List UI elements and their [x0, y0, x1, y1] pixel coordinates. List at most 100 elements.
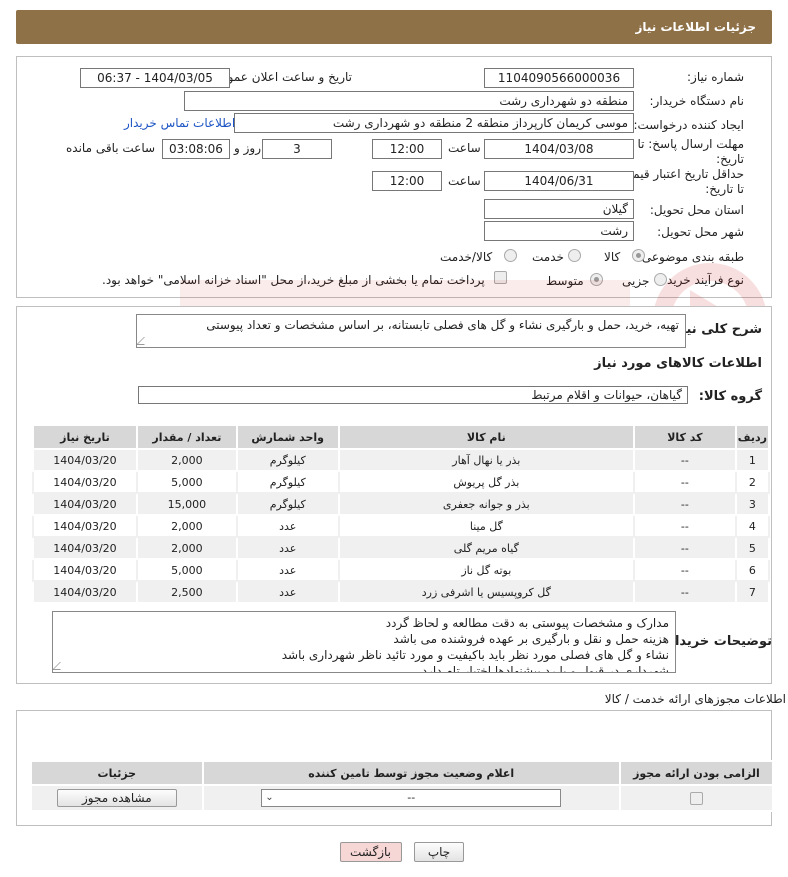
reply-date-field: 1404/03/08	[484, 139, 634, 159]
row-number: 4	[734, 514, 771, 538]
license-required-cell	[618, 784, 775, 812]
goods-date: 1404/03/20	[32, 492, 138, 516]
license-required-checkbox	[689, 792, 703, 805]
need-number-label: شماره نیاز:	[687, 70, 744, 84]
goods-table-header: ردیف کد کالا نام کالا واحد شمارش تعداد /…	[32, 424, 771, 450]
goods-code: --	[633, 558, 737, 582]
table-row: 3 -- بذر و جوانه جعفری کیلوگرم 15,000 1404/03…	[32, 492, 771, 516]
process-radio-medium[interactable]	[590, 273, 603, 286]
table-row: 6 -- بوته گل ناز عدد 5,000 1404/03/20	[32, 558, 771, 582]
col-row: ردیف	[734, 424, 771, 450]
goods-unit: کیلوگرم	[235, 448, 340, 472]
goods-unit: کیلوگرم	[235, 492, 340, 516]
price-validity-label-line1: حداقل تاریخ اعتبار قیمت:	[617, 167, 744, 181]
buyer-contact-link[interactable]: اطلاعات تماس خریدار	[124, 116, 235, 130]
col-license-status: اعلام وضعیت مجوز توسط تامین کننده	[201, 760, 621, 786]
goods-name: گل کروپسیس یا اشرفی زرد	[337, 580, 636, 604]
goods-qty: 15,000	[135, 492, 238, 516]
resize-handle-icon[interactable]	[137, 337, 152, 345]
buyer-note-line: مدارک و مشخصات پیوستی به دقت مطالعه و لح…	[385, 616, 669, 630]
licenses-section-title: اطلاعات مجوزهای ارائه خدمت / کالا	[604, 692, 786, 706]
goods-qty: 5,000	[135, 558, 238, 582]
goods-group-field: گیاهان، حیوانات و اقلام مرتبط	[138, 386, 688, 404]
row-number: 3	[734, 492, 771, 516]
col-unit: واحد شمارش	[235, 424, 340, 450]
license-details-cell: مشاهده مجوز	[30, 784, 204, 812]
goods-qty: 5,000	[135, 470, 238, 494]
buyer-org-field: منطقه دو شهرداری رشت	[184, 91, 634, 111]
buyer-org-label: نام دستگاه خریدار:	[649, 94, 745, 108]
license-row: -- ⌄ مشاهده مجوز	[30, 784, 775, 812]
goods-section-title: اطلاعات کالاهای مورد نیاز	[594, 356, 762, 371]
buyer-notes-textarea[interactable]: مدارک و مشخصات پیوستی به دقت مطالعه و لح…	[52, 611, 676, 673]
goods-unit: عدد	[235, 536, 340, 560]
row-number: 5	[734, 536, 771, 560]
process-radio-minor[interactable]	[654, 273, 667, 286]
goods-code: --	[633, 470, 737, 494]
col-date: تاریخ نیاز	[32, 424, 138, 450]
province-field: گیلان	[484, 199, 634, 219]
goods-unit: کیلوگرم	[235, 470, 340, 494]
goods-code: --	[633, 492, 737, 516]
goods-code: --	[633, 514, 737, 538]
table-row: 5 -- گیاه مریم گلی عدد 2,000 1404/03/20	[32, 536, 771, 560]
category-option-service: خدمت	[532, 250, 564, 264]
page-title: جزئیات اطلاعات نیاز	[635, 20, 756, 34]
process-option-medium: متوسط	[546, 274, 584, 288]
page-header: جزئیات اطلاعات نیاز	[16, 10, 772, 44]
row-number: 2	[734, 470, 771, 494]
goods-name: بذر یا نهال آهار	[337, 448, 636, 472]
table-row: 2 -- بذر گل پریوش کیلوگرم 5,000 1404/03/20	[32, 470, 771, 494]
row-number: 7	[734, 580, 771, 604]
treasury-checkbox[interactable]	[494, 271, 507, 284]
buyer-note-line: هزینه حمل و نقل و بارگیری بر عهده فروشند…	[393, 632, 669, 646]
goods-name: بذر گل پریوش	[337, 470, 636, 494]
goods-code: --	[633, 580, 737, 604]
goods-date: 1404/03/20	[32, 536, 138, 560]
goods-table: ردیف کد کالا نام کالا واحد شمارش تعداد /…	[32, 424, 771, 604]
col-name: نام کالا	[337, 424, 636, 450]
license-status-cell: -- ⌄	[201, 784, 621, 812]
license-status-select[interactable]: -- ⌄	[261, 789, 562, 807]
city-field: رشت	[484, 221, 634, 241]
print-button[interactable]: چاپ	[414, 842, 464, 862]
license-status-value: --	[407, 791, 416, 804]
goods-unit: عدد	[235, 580, 340, 604]
goods-code: --	[633, 448, 737, 472]
back-button[interactable]: بازگشت	[340, 842, 402, 862]
category-option-goods: کالا	[604, 250, 621, 264]
reply-time-label: ساعت	[448, 141, 481, 155]
price-time-label: ساعت	[448, 174, 481, 188]
goods-name: گیاه مریم گلی	[337, 536, 636, 560]
buyer-note-line: نشاء و گل های فصلی مورد نظر باید باکیفیت…	[281, 648, 669, 662]
process-option-minor: جزیی	[622, 274, 650, 288]
remaining-label: ساعت باقی مانده	[66, 141, 156, 155]
price-validity-label-line2: تا تاریخ:	[705, 182, 744, 196]
process-label: نوع فرآیند خرید :	[659, 273, 744, 287]
days-label: روز و	[234, 141, 261, 155]
category-radio-both[interactable]	[504, 249, 517, 262]
col-qty: تعداد / مقدار	[135, 424, 238, 450]
requester-field: موسی کریمان کارپرداز منطقه 2 منطقه دو شه…	[234, 113, 634, 133]
col-license-required: الزامی بودن ارائه مجوز	[618, 760, 775, 786]
category-option-both: کالا/خدمت	[440, 250, 493, 264]
goods-qty: 2,500	[135, 580, 238, 604]
goods-qty: 2,000	[135, 448, 238, 472]
requester-label: ایجاد کننده درخواست:	[633, 118, 744, 132]
description-textarea[interactable]: تهیه، خرید، حمل و بارگیری نشاء و گل های …	[136, 314, 686, 348]
goods-qty: 2,000	[135, 536, 238, 560]
licenses-table-header: الزامی بودن ارائه مجوز اعلام وضعیت مجوز …	[30, 760, 775, 786]
category-radio-goods[interactable]	[632, 249, 645, 262]
province-label: استان محل تحویل:	[649, 203, 744, 217]
licenses-table: الزامی بودن ارائه مجوز اعلام وضعیت مجوز …	[30, 760, 775, 812]
col-license-details: جزئیات	[30, 760, 204, 786]
buyer-notes-label: توضیحات خریدار:	[662, 634, 772, 649]
goods-name: گل مینا	[337, 514, 636, 538]
buyer-note-line: شهرداری در قبول و یا رد پیشنهادها اختیار…	[421, 664, 669, 673]
category-radio-service[interactable]	[568, 249, 581, 262]
goods-qty: 2,000	[135, 514, 238, 538]
view-license-button[interactable]: مشاهده مجوز	[56, 789, 177, 807]
goods-code: --	[633, 536, 737, 560]
row-number: 1	[734, 448, 771, 472]
table-row: 7 -- گل کروپسیس یا اشرفی زرد عدد 2,500 1404/0…	[32, 580, 771, 604]
